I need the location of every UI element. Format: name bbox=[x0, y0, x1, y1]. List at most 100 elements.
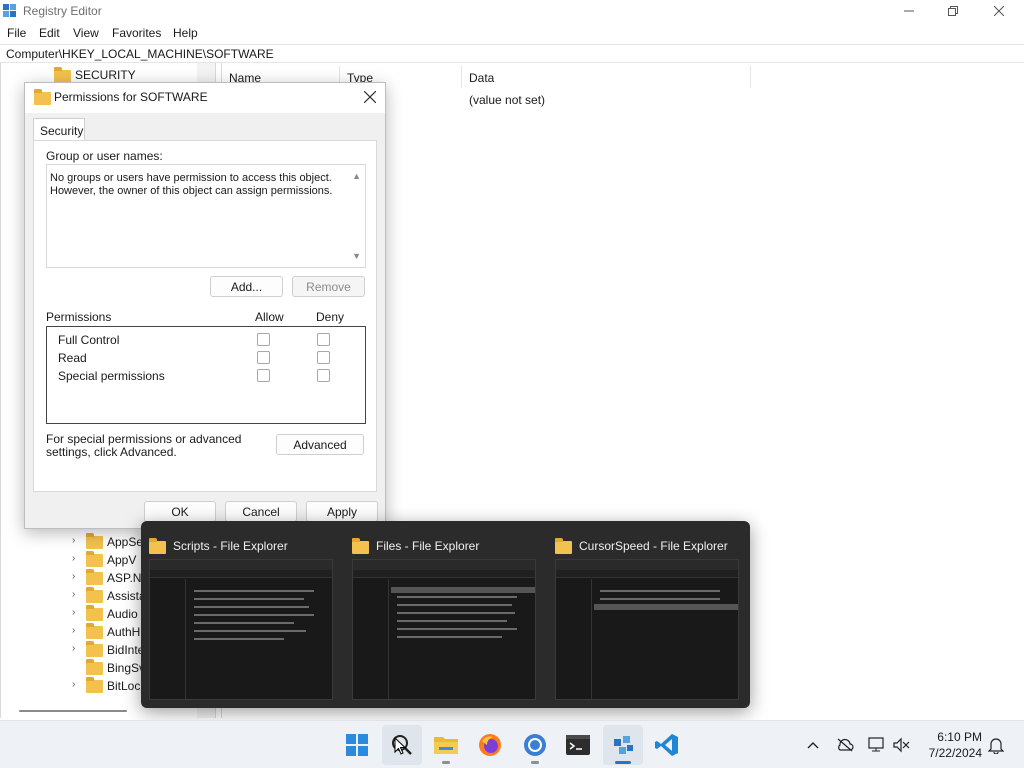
deny-read-checkbox[interactable] bbox=[317, 351, 330, 364]
close-icon bbox=[994, 6, 1004, 16]
registry-editor-button[interactable] bbox=[603, 725, 643, 765]
menu-file[interactable]: File bbox=[7, 26, 26, 40]
minimize-icon bbox=[904, 10, 914, 12]
deny-full-control-checkbox[interactable] bbox=[317, 333, 330, 346]
cancel-button[interactable]: Cancel bbox=[225, 501, 297, 522]
add-button[interactable]: Add... bbox=[210, 276, 283, 297]
tray-app-button[interactable] bbox=[835, 735, 855, 755]
permissions-list[interactable]: Full Control Read Special permissions bbox=[46, 326, 366, 424]
column-data[interactable]: Data bbox=[462, 66, 751, 88]
vscode-icon bbox=[655, 734, 678, 756]
folder-icon bbox=[555, 538, 572, 554]
thumbnail-title: CursorSpeed - File Explorer bbox=[579, 539, 728, 553]
deny-special-checkbox[interactable] bbox=[317, 369, 330, 382]
network-icon bbox=[868, 737, 884, 752]
allow-full-control-checkbox[interactable] bbox=[257, 333, 270, 346]
thumbnail-preview bbox=[555, 559, 739, 700]
permissions-dialog: Permissions for SOFTWARE Security Group … bbox=[24, 82, 386, 529]
chrome-button[interactable] bbox=[515, 725, 555, 765]
chevron-right-icon[interactable]: › bbox=[72, 553, 82, 564]
scroll-thumb[interactable] bbox=[19, 710, 127, 712]
chevron-right-icon[interactable]: › bbox=[72, 571, 82, 582]
value-data-cell: (value not set) bbox=[469, 93, 546, 107]
window-title: Registry Editor bbox=[23, 4, 102, 18]
maximize-button[interactable] bbox=[930, 0, 976, 22]
thumbnail-preview bbox=[149, 559, 333, 700]
chevron-right-icon[interactable]: › bbox=[72, 643, 82, 654]
permissions-label: Permissions bbox=[46, 310, 112, 324]
close-button[interactable] bbox=[976, 0, 1022, 22]
chevron-right-icon[interactable]: › bbox=[72, 607, 82, 618]
folder-icon bbox=[86, 677, 103, 693]
network-button[interactable] bbox=[867, 735, 887, 755]
ok-button[interactable]: OK bbox=[144, 501, 216, 522]
close-icon bbox=[363, 90, 377, 104]
perm-full-control: Full Control bbox=[58, 333, 120, 347]
clock-time[interactable]: 6:10 PM bbox=[930, 730, 982, 744]
dialog-title-bar: Permissions for SOFTWARE bbox=[25, 83, 385, 113]
folder-icon bbox=[86, 641, 103, 657]
remove-button[interactable]: Remove bbox=[292, 276, 365, 297]
cloud-off-icon bbox=[837, 738, 854, 752]
folder-icon bbox=[86, 569, 103, 585]
thumbnail-files[interactable]: Files - File Explorer bbox=[344, 529, 537, 704]
start-icon bbox=[346, 734, 368, 756]
thumbnail-scripts[interactable]: Scripts - File Explorer bbox=[141, 529, 334, 704]
group-label: Group or user names: bbox=[46, 149, 163, 163]
allow-read-checkbox[interactable] bbox=[257, 351, 270, 364]
file-explorer-icon bbox=[434, 737, 458, 754]
firefox-icon bbox=[479, 734, 501, 756]
address-bar[interactable]: Computer\HKEY_LOCAL_MACHINE\SOFTWARE bbox=[0, 44, 1024, 63]
security-panel: Group or user names: No groups or users … bbox=[33, 140, 377, 492]
vscode-button[interactable] bbox=[647, 725, 687, 765]
bell-icon bbox=[988, 738, 1004, 754]
allow-special-checkbox[interactable] bbox=[257, 369, 270, 382]
chevron-right-icon[interactable]: › bbox=[72, 625, 82, 636]
apply-button[interactable]: Apply bbox=[306, 501, 378, 522]
minimize-button[interactable] bbox=[886, 0, 932, 22]
notifications-button[interactable] bbox=[986, 735, 1006, 755]
group-list[interactable]: No groups or users have permission to ac… bbox=[46, 164, 366, 268]
start-button[interactable] bbox=[337, 725, 377, 765]
chevron-right-icon[interactable]: › bbox=[72, 589, 82, 600]
menu-favorites[interactable]: Favorites bbox=[112, 26, 161, 40]
dialog-title: Permissions for SOFTWARE bbox=[54, 90, 208, 104]
thumbnail-title: Files - File Explorer bbox=[376, 539, 480, 553]
chevron-up-icon bbox=[807, 742, 819, 749]
perm-special: Special permissions bbox=[58, 369, 165, 383]
registry-editor-icon bbox=[3, 4, 16, 17]
address-text: Computer\HKEY_LOCAL_MACHINE\SOFTWARE bbox=[6, 47, 274, 61]
folder-icon bbox=[86, 605, 103, 621]
registry-editor-icon bbox=[614, 736, 633, 754]
mouse-cursor-icon bbox=[394, 737, 406, 755]
firefox-button[interactable] bbox=[470, 725, 510, 765]
scroll-down-icon[interactable]: ▼ bbox=[352, 251, 361, 261]
running-indicator bbox=[442, 761, 450, 764]
folder-icon bbox=[86, 587, 103, 603]
restore-icon bbox=[948, 6, 958, 16]
scroll-up-icon[interactable]: ▲ bbox=[352, 171, 361, 181]
folder-icon bbox=[352, 538, 369, 554]
menu-bar: File Edit View Favorites Help bbox=[0, 22, 1024, 42]
file-explorer-button[interactable] bbox=[426, 725, 466, 765]
tab-security[interactable]: Security bbox=[33, 118, 85, 141]
chevron-right-icon[interactable]: › bbox=[72, 535, 82, 546]
file-explorer-thumbnails: Scripts - File Explorer Files - File Exp… bbox=[141, 521, 750, 708]
taskbar bbox=[0, 720, 1024, 768]
folder-icon bbox=[86, 533, 103, 549]
advanced-button[interactable]: Advanced bbox=[276, 434, 364, 455]
show-hidden-icons-button[interactable] bbox=[803, 735, 823, 755]
menu-view[interactable]: View bbox=[73, 26, 99, 40]
running-indicator bbox=[531, 761, 539, 764]
dialog-close-button[interactable] bbox=[357, 85, 383, 109]
menu-edit[interactable]: Edit bbox=[39, 26, 60, 40]
terminal-button[interactable] bbox=[558, 725, 598, 765]
chevron-right-icon[interactable]: › bbox=[72, 679, 82, 690]
thumbnail-cursorspeed[interactable]: CursorSpeed - File Explorer bbox=[547, 529, 740, 704]
menu-help[interactable]: Help bbox=[173, 26, 198, 40]
chrome-icon bbox=[524, 734, 546, 756]
volume-button[interactable] bbox=[891, 735, 911, 755]
folder-icon bbox=[86, 551, 103, 567]
folder-icon bbox=[86, 623, 103, 639]
clock-date[interactable]: 7/22/2024 bbox=[918, 746, 982, 760]
